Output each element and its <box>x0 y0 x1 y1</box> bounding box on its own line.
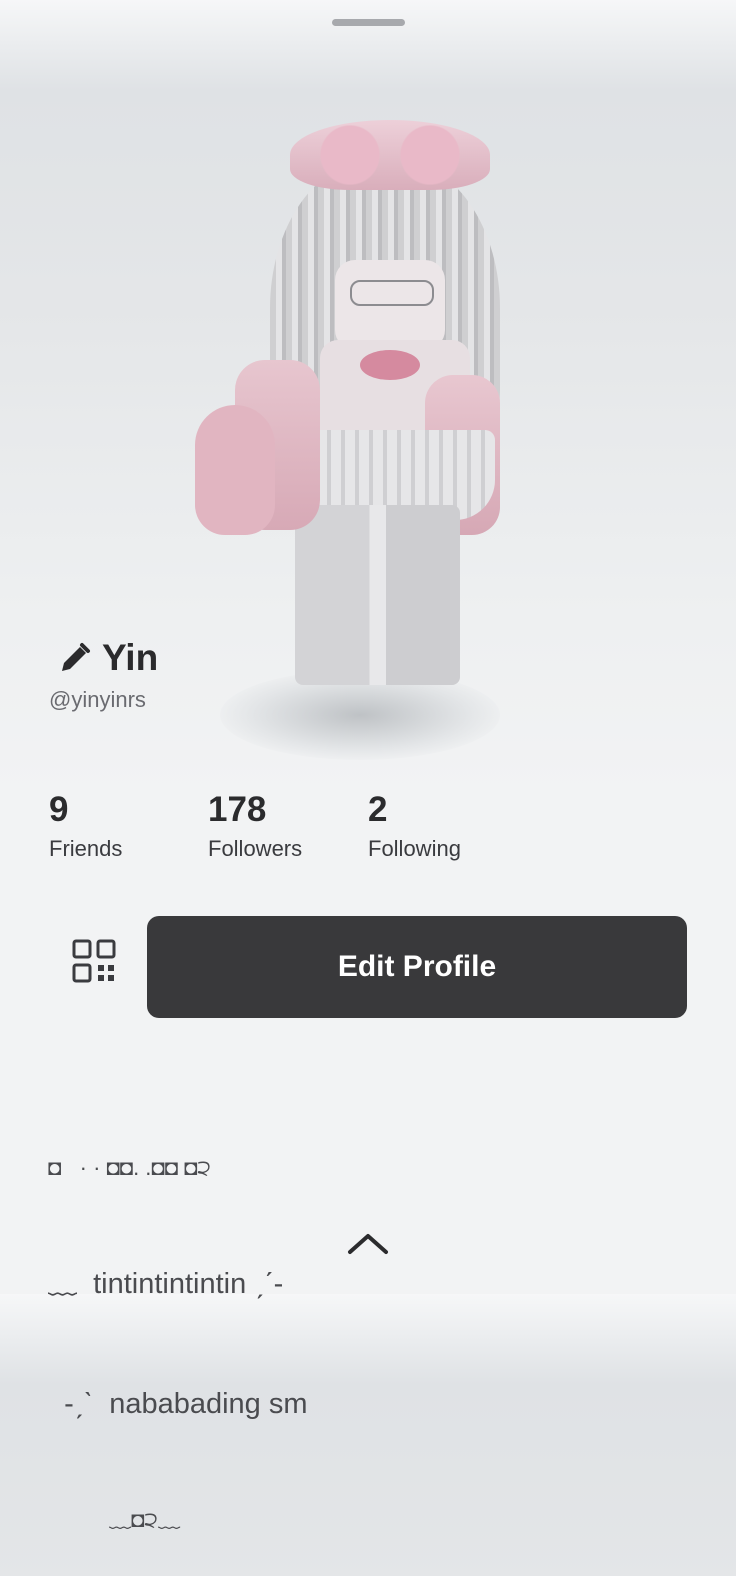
avatar-headpiece <box>290 120 490 190</box>
bio-line: ﹏◘੨﹏ <box>48 1507 181 1532</box>
stat-label: Friends <box>49 836 123 861</box>
bio-line: -ˏˋ nababading sm <box>48 1388 308 1420</box>
username: @yinyinrs <box>49 687 146 712</box>
stat-friends[interactable]: 9 Friends <box>49 790 122 862</box>
avatar-ribbon <box>360 350 420 380</box>
drag-handle[interactable] <box>332 19 405 26</box>
stat-followers[interactable]: 178 Followers <box>208 790 302 862</box>
pencil-icon[interactable] <box>58 641 92 675</box>
bio-line: ◘ · · ◘◘. .◘◘ ◘੨ <box>48 1155 212 1180</box>
chevron-up-icon[interactable] <box>346 1230 390 1256</box>
stat-following[interactable]: 2 Following <box>368 790 461 862</box>
stat-value: 178 <box>208 790 267 829</box>
stat-label: Following <box>368 836 461 861</box>
profile-bio: ◘ · · ◘◘. .◘◘ ◘੨ ﹏ tintintintintin ˏˊ- -… <box>48 1072 308 1576</box>
display-name-row[interactable]: Yin <box>58 636 158 680</box>
edit-profile-button[interactable]: Edit Profile <box>147 916 687 1018</box>
avatar-legs <box>295 505 460 685</box>
display-name: Yin <box>102 637 159 678</box>
avatar-teddy-bear <box>195 405 275 535</box>
stat-value: 9 <box>49 790 69 829</box>
stat-label: Followers <box>208 836 303 861</box>
stat-value: 2 <box>368 790 388 829</box>
avatar-glasses <box>350 280 434 306</box>
qr-code-icon[interactable] <box>72 939 116 983</box>
avatar-3d-render[interactable] <box>180 110 520 760</box>
bio-line: ﹏ tintintintintin ˏˊ- <box>48 1268 284 1300</box>
